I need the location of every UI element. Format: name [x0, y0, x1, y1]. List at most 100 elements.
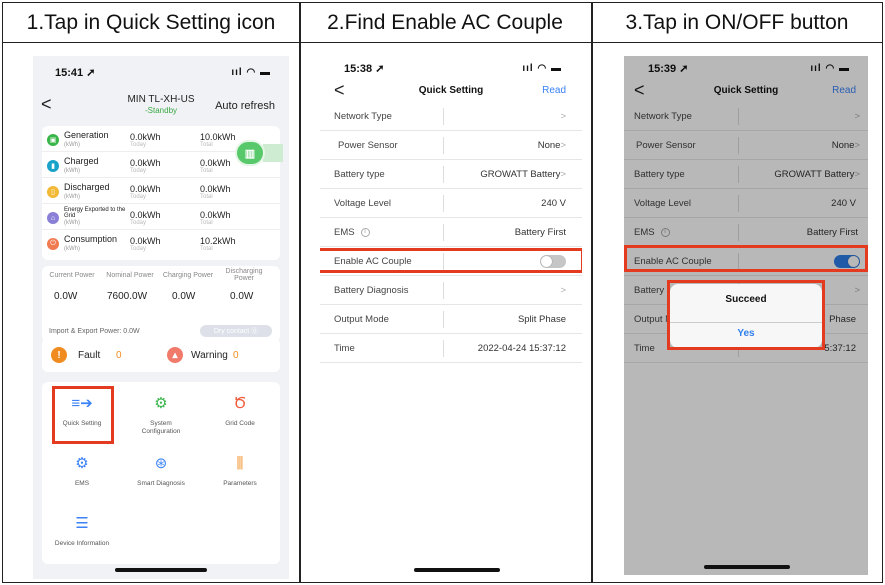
- warning-bell-icon: ▴: [167, 347, 183, 363]
- setting-row-network-type[interactable]: Network Type >: [320, 102, 582, 131]
- menu-label: Device Information: [54, 540, 110, 547]
- nominal-power-label: Nominal Power: [106, 272, 154, 279]
- today-label: Today: [130, 142, 147, 148]
- energy-label: Consumption: [64, 234, 118, 244]
- total-label: Total: [200, 220, 213, 226]
- phone-screen-device-overview: 15:41 ➚ ııl ◠ ▬ < MIN TL-XH-US -Standby …: [33, 56, 289, 579]
- status-time: 15:41: [55, 67, 84, 79]
- energy-label: Discharged: [64, 182, 110, 192]
- discharging-power-value: 0.0W: [230, 291, 254, 302]
- setting-label: Power Sensor: [338, 140, 398, 151]
- highlight-success-dialog: [667, 280, 825, 350]
- smart-diagnosis-icon: ⊛: [154, 455, 168, 472]
- parameters-icon: ⫼: [236, 455, 244, 472]
- setting-value: 2022-04-24 15:37:12: [477, 343, 566, 354]
- signal-icon: ııl: [522, 63, 534, 74]
- menu-device-information[interactable]: ☰ Device Information: [42, 514, 122, 548]
- chevron-right-icon: >: [560, 140, 566, 151]
- setting-label: Time: [334, 343, 355, 354]
- menu-label: Smart Diagnosis: [137, 480, 185, 487]
- status-time: 15:38: [344, 63, 373, 75]
- auto-refresh-button[interactable]: Auto refresh: [215, 100, 275, 112]
- battery-icon: ▬: [260, 67, 271, 78]
- consumption-icon: ⏻: [47, 238, 59, 250]
- status-bar: 15:38 ➚ ııl ◠ ▬: [320, 62, 582, 75]
- home-indicator: [115, 568, 207, 572]
- chart-toggle-icon[interactable]: ▥: [235, 140, 265, 166]
- import-export-power: Import & Export Power: 0.0W: [49, 328, 140, 335]
- energy-row-grid-export: ⌂ Energy Exported to the Grid (kWh) 0.0k…: [42, 206, 280, 230]
- read-button[interactable]: Read: [542, 85, 566, 96]
- energy-unit: (kWh): [64, 194, 80, 200]
- battery-icon: ▬: [551, 63, 562, 74]
- setting-row-battery-diagnosis[interactable]: Battery Diagnosis >: [320, 276, 582, 305]
- setting-value: None>: [537, 140, 566, 151]
- setting-row-time[interactable]: Time 2022-04-24 15:37:12: [320, 334, 582, 363]
- energy-unit: (kWh): [64, 220, 80, 226]
- charged-icon: ▮: [47, 160, 59, 172]
- menu-parameters[interactable]: ⫼ Parameters: [200, 454, 280, 488]
- today-label: Today: [130, 246, 147, 252]
- wifi-icon: ◠: [537, 63, 548, 74]
- alerts-card: ! Fault 0 ▴ Warning 0: [42, 338, 280, 372]
- setting-row-voltage-level[interactable]: Voltage Level 240 V: [320, 189, 582, 218]
- setting-row-ems[interactable]: EMS i Battery First: [320, 218, 582, 247]
- energy-total-value: 0.0kWh: [200, 158, 231, 168]
- setting-value: >: [560, 285, 566, 296]
- setting-label: EMS i: [334, 227, 370, 238]
- menu-system-configuration[interactable]: ⚙ System Configuration: [121, 394, 201, 436]
- step-1-header: 1.Tap in Quick Setting icon: [3, 3, 299, 43]
- signal-icon: ııl: [231, 67, 243, 78]
- warning-count: 0: [233, 350, 239, 361]
- setting-label: Battery type: [334, 169, 385, 180]
- step-3-header: 3.Tap in ON/OFF button: [591, 3, 883, 43]
- chevron-right-icon: >: [560, 285, 566, 296]
- energy-unit: (kWh): [64, 142, 80, 148]
- energy-total-value: 10.0kWh: [200, 132, 236, 142]
- energy-total-value: 0.0kWh: [200, 184, 231, 194]
- energy-today-value: 0.0kWh: [130, 236, 161, 246]
- menu-grid-code[interactable]: Ծ Grid Code: [200, 394, 280, 428]
- chart-tab: [263, 144, 283, 162]
- setting-label: Battery Diagnosis: [334, 285, 409, 296]
- step-2-header: 2.Find Enable AC Couple: [299, 3, 591, 43]
- current-power-value: 0.0W: [54, 291, 78, 302]
- chevron-right-icon: >: [560, 111, 566, 122]
- grid-code-icon: Ծ: [233, 395, 247, 412]
- setting-row-battery-type[interactable]: Battery type GROWATT Battery>: [320, 160, 582, 189]
- device-header: < MIN TL-XH-US -Standby Auto refresh: [33, 94, 289, 120]
- energy-total-value: 0.0kWh: [200, 210, 231, 220]
- fault-count: 0: [116, 350, 122, 361]
- setting-row-power-sensor[interactable]: Power Sensor None>: [320, 131, 582, 160]
- energy-row-consumption: ⏻ Consumption (kWh) 0.0kWh Today 10.2kWh…: [42, 232, 280, 256]
- menu-label: System Configuration: [141, 420, 181, 435]
- menu-ems[interactable]: ⚙ EMS: [42, 454, 122, 488]
- today-label: Today: [130, 220, 147, 226]
- energy-label: Generation: [64, 130, 109, 140]
- setting-row-output-mode[interactable]: Output Mode Split Phase: [320, 305, 582, 334]
- power-card: Current Power Nominal Power Charging Pow…: [42, 266, 280, 342]
- setting-value: Split Phase: [517, 314, 566, 325]
- system-configuration-icon: ⚙: [154, 395, 168, 412]
- menu-smart-diagnosis[interactable]: ⊛ Smart Diagnosis: [121, 454, 201, 488]
- info-icon[interactable]: i: [360, 227, 370, 237]
- generation-icon: ▣: [47, 134, 59, 146]
- nominal-power-value: 7600.0W: [107, 291, 148, 302]
- menu-label: Parameters: [223, 480, 257, 487]
- energy-row-discharged: ▯ Discharged (kWh) 0.0kWh Today 0.0kWh T…: [42, 180, 280, 204]
- today-label: Today: [130, 194, 147, 200]
- menu-label: EMS: [74, 480, 90, 487]
- energy-total-value: 10.2kWh: [200, 236, 236, 246]
- total-label: Total: [200, 246, 213, 252]
- location-arrow-icon: ➚: [86, 67, 96, 79]
- setting-value: 240 V: [541, 198, 566, 209]
- highlight-quick-setting: [52, 386, 114, 444]
- device-information-icon: ☰: [75, 515, 89, 532]
- warning-label[interactable]: Warning: [191, 350, 228, 361]
- fault-label[interactable]: Fault: [78, 350, 100, 361]
- energy-today-value: 0.0kWh: [130, 158, 161, 168]
- dry-contact-button[interactable]: Dry contact ⓪: [200, 325, 272, 337]
- chevron-right-icon: >: [560, 169, 566, 180]
- highlight-ac-couple-toggle: [624, 245, 868, 272]
- highlight-enable-ac-couple: [320, 248, 582, 273]
